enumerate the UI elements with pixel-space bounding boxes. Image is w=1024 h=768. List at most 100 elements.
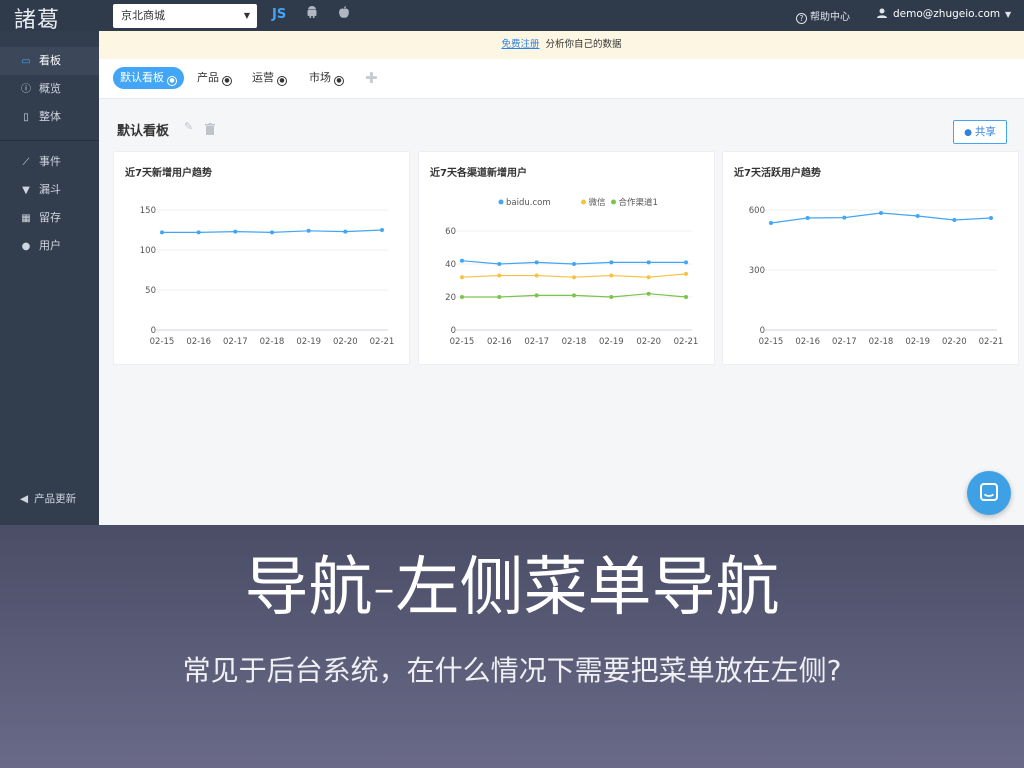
android-icon[interactable] [305, 5, 319, 25]
x-tick-label: 02-16 [487, 337, 512, 347]
data-point [769, 221, 773, 225]
legend-marker [498, 199, 504, 205]
chat-icon [980, 483, 998, 501]
x-tick-label: 02-20 [942, 337, 967, 347]
notice-bar: 免费注册 分析你自己的数据 [99, 31, 1024, 59]
data-point [952, 218, 957, 222]
x-tick-label: 02-19 [296, 337, 321, 347]
x-tick-label: 02-20 [636, 337, 661, 347]
active-users-chart: 0 300 600 02-15 02-16 02-17 02-18 02-19 02-20 02-… [749, 206, 1004, 347]
chart-card-new-users: 近7天新增用户趋势 0 50 100 150 02-15 02-16 02-17 02-18 0… [113, 151, 410, 365]
y-tick-label: 20 [445, 293, 456, 303]
register-link[interactable]: 免费注册 [501, 39, 539, 50]
line-chart-icon: ⟋ [22, 157, 30, 168]
sidebar-item-users[interactable]: ● 用户 [0, 232, 99, 260]
info-icon: ⓘ [21, 84, 31, 95]
board-tabs: 默认看板 ● 产品 ● 运营 ● 市场 ● ✚ [99, 59, 1024, 99]
slide-subtitle: 常见于后台系统，在什么情况下需要把菜单放在左侧? [182, 654, 842, 687]
product-update-link[interactable]: ◀ 产品更新 [20, 491, 76, 506]
data-point [460, 295, 464, 299]
tab-product[interactable]: 产品 ● [197, 67, 232, 89]
user-icon: ● [21, 241, 31, 252]
top-bar: 諸葛 京北商城 ▼ JS ? 帮助中心 demo@zhugeio.com ▼ [0, 0, 1024, 34]
user-email: demo@zhugeio.com [893, 8, 1001, 20]
x-tick-label: 02-16 [795, 337, 820, 347]
megaphone-icon: ◀ [20, 493, 29, 505]
dashboard-icon: ▭ [21, 56, 31, 67]
y-tick-label: 100 [140, 246, 156, 256]
x-tick-label: 02-19 [599, 337, 624, 347]
user-icon [877, 8, 887, 18]
data-point [196, 230, 201, 235]
x-tick-label: 02-17 [524, 337, 549, 347]
tab-market[interactable]: 市场 ● [309, 67, 344, 89]
help-center-label: 帮助中心 [810, 12, 850, 23]
sidebar-item-label: 概览 [39, 82, 61, 95]
add-tab-icon[interactable]: ✚ [365, 67, 378, 89]
x-tick-label: 02-21 [370, 337, 395, 347]
sidebar-item-overall[interactable]: ▯ 整体 [0, 103, 99, 131]
apple-icon[interactable] [337, 5, 351, 25]
x-tick-label: 02-21 [674, 337, 699, 347]
tab-default-board[interactable]: 默认看板 ● [113, 67, 184, 89]
share-button[interactable]: ● 共享 [953, 120, 1007, 144]
caret-down-icon: ▼ [243, 11, 250, 20]
js-platform-icon[interactable]: JS [272, 5, 286, 25]
sidebar-item-label: 用户 [39, 239, 61, 252]
sidebar-item-funnel[interactable]: ▼ 漏斗 [0, 176, 99, 204]
data-point [842, 215, 847, 220]
shared-user-icon: ● [277, 76, 287, 86]
tab-operations[interactable]: 运营 ● [252, 67, 287, 89]
data-point [534, 293, 539, 298]
sidebar-item-label: 留存 [39, 211, 61, 224]
sidebar-divider [0, 140, 99, 141]
tab-label: 默认看板 [120, 71, 164, 84]
caret-down-icon[interactable]: ▼ [1005, 10, 1011, 19]
sidebar-item-label: 整体 [39, 110, 61, 123]
data-point [609, 260, 614, 265]
data-point [497, 295, 502, 299]
x-tick-label: 02-17 [832, 337, 857, 347]
chart-card-channels: 近7天各渠道新增用户 0 20 40 60 02-15 02-16 02-17 02-18 02… [418, 151, 715, 365]
data-point [879, 211, 883, 215]
user-menu[interactable]: demo@zhugeio.com [877, 8, 1000, 20]
pencil-icon[interactable]: ✎ [184, 120, 193, 133]
data-point [497, 273, 502, 278]
chat-button[interactable] [967, 471, 1011, 515]
sidebar-item-events[interactable]: ⟋ 事件 [0, 148, 99, 176]
product-update-label: 产品更新 [34, 493, 77, 505]
notice-text: 分析你自己的数据 [545, 39, 622, 50]
data-point [989, 216, 993, 220]
tab-label: 运营 [252, 71, 274, 84]
sidebar-item-retention[interactable]: ▦ 留存 [0, 204, 99, 232]
sidebar-item-overview[interactable]: ⓘ 概览 [0, 75, 99, 103]
data-point [270, 230, 274, 235]
sidebar-item-label: 看板 [39, 54, 61, 67]
data-point [646, 291, 651, 296]
slide-title: 导航-左侧菜单导航 [244, 551, 780, 625]
help-center-link[interactable]: ? 帮助中心 [796, 8, 850, 24]
legend-label: 微信 [589, 197, 607, 208]
shared-user-icon: ● [334, 76, 344, 86]
project-select[interactable]: 京北商城 ▼ [113, 4, 257, 28]
data-point [572, 262, 576, 266]
legend-label: 合作渠道1 [619, 197, 658, 208]
data-point [572, 275, 576, 280]
y-tick-label: 0 [451, 326, 456, 336]
share-user-icon: ● [964, 128, 972, 138]
x-tick-label: 02-20 [333, 337, 358, 347]
y-tick-label: 60 [445, 227, 456, 237]
data-point [915, 214, 920, 218]
x-tick-label: 02-17 [223, 337, 248, 347]
sidebar-item-dashboard[interactable]: ▭ 看板 [0, 47, 99, 75]
trash-icon[interactable] [205, 120, 215, 135]
data-point [684, 271, 688, 276]
data-point [343, 229, 348, 234]
data-point [609, 295, 614, 299]
app-logo[interactable]: 諸葛 [14, 2, 60, 34]
sidebar-item-label: 事件 [39, 155, 61, 168]
tab-label: 市场 [309, 71, 331, 84]
data-point [534, 260, 539, 265]
y-tick-label: 300 [749, 266, 765, 276]
legend-marker [611, 199, 616, 205]
